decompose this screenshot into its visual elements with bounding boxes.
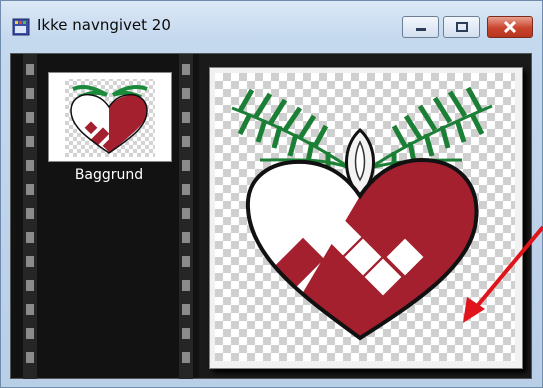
filmstrip-right — [179, 54, 193, 379]
close-button[interactable] — [487, 16, 533, 38]
layer-palette: Baggrund — [11, 54, 199, 379]
red-arrow-annotation — [463, 225, 543, 323]
title-bar[interactable]: Ikke navngivet 20 — [1, 1, 542, 51]
document-window: Ikke navngivet 20 Baggrund — [0, 0, 543, 388]
filmstrip-left — [23, 54, 37, 379]
window-title: Ikke navngivet 20 — [37, 16, 171, 34]
layer-name: Baggrund — [74, 167, 144, 183]
minimize-button[interactable] — [402, 16, 439, 38]
right-branch — [369, 86, 493, 170]
document-content: Baggrund — [10, 53, 532, 379]
maximize-button[interactable] — [443, 16, 480, 38]
close-icon — [488, 17, 532, 37]
left-branch — [231, 88, 351, 170]
maximize-icon — [444, 17, 479, 37]
layer-thumbnail[interactable] — [48, 72, 172, 162]
app-icon — [12, 18, 30, 36]
minimize-icon — [403, 17, 438, 37]
